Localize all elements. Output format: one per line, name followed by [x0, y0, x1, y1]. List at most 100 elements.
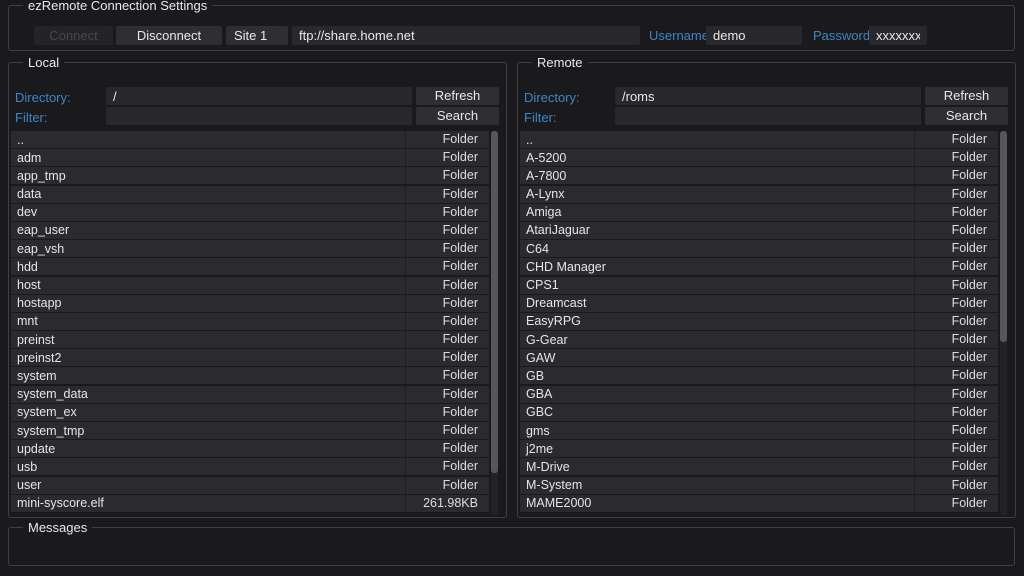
remote-file-row[interactable]: AmigaFolder — [520, 204, 998, 221]
file-type: Folder — [405, 258, 489, 275]
server-url-input[interactable] — [292, 26, 640, 45]
remote-file-row[interactable]: DreamcastFolder — [520, 295, 998, 312]
remote-file-row[interactable]: AtariJaguarFolder — [520, 222, 998, 239]
file-name: gms — [520, 424, 914, 438]
file-type: Folder — [914, 477, 998, 494]
remote-file-row[interactable]: A-5200Folder — [520, 149, 998, 166]
remote-file-row[interactable]: GBAFolder — [520, 386, 998, 403]
local-file-row[interactable]: mntFolder — [11, 313, 489, 330]
remote-file-row[interactable]: ..Folder — [520, 131, 998, 148]
file-type: Folder — [914, 440, 998, 457]
file-type: Folder — [914, 258, 998, 275]
file-name: GBA — [520, 387, 914, 401]
file-type: Folder — [914, 495, 998, 512]
local-file-row[interactable]: preinstFolder — [11, 331, 489, 348]
local-file-row[interactable]: app_tmpFolder — [11, 167, 489, 184]
file-type: Folder — [914, 404, 998, 421]
local-file-row[interactable]: ..Folder — [11, 131, 489, 148]
remote-file-row[interactable]: M-SystemFolder — [520, 477, 998, 494]
file-name: CHD Manager — [520, 260, 914, 274]
local-file-row[interactable]: system_exFolder — [11, 404, 489, 421]
local-file-row[interactable]: system_dataFolder — [11, 386, 489, 403]
file-type: Folder — [914, 131, 998, 148]
username-input[interactable] — [706, 26, 802, 45]
local-file-row[interactable]: eap_userFolder — [11, 222, 489, 239]
remote-search-button[interactable]: Search — [925, 107, 1008, 125]
local-scrollbar[interactable] — [491, 131, 498, 515]
remote-file-row[interactable]: GAWFolder — [520, 349, 998, 366]
file-name: .. — [11, 133, 405, 147]
local-file-row[interactable]: updateFolder — [11, 440, 489, 457]
remote-file-row[interactable]: j2meFolder — [520, 440, 998, 457]
remote-directory-input[interactable] — [615, 87, 921, 105]
file-type: 261.98KB — [405, 495, 489, 512]
file-type: Folder — [405, 204, 489, 221]
remote-file-row[interactable]: C64Folder — [520, 240, 998, 257]
local-file-row[interactable]: mini-syscore.elf261.98KB — [11, 495, 489, 512]
messages-panel-title: Messages — [23, 520, 92, 535]
file-name: hdd — [11, 260, 405, 274]
local-file-row[interactable]: admFolder — [11, 149, 489, 166]
password-input[interactable] — [869, 26, 927, 45]
local-file-row[interactable]: system_tmpFolder — [11, 422, 489, 439]
file-name: GB — [520, 369, 914, 383]
remote-file-row[interactable]: A-LynxFolder — [520, 186, 998, 203]
local-file-row[interactable]: hostFolder — [11, 277, 489, 294]
file-type: Folder — [405, 295, 489, 312]
file-name: EasyRPG — [520, 314, 914, 328]
remote-file-row[interactable]: MAME2000Folder — [520, 495, 998, 512]
file-name: C64 — [520, 242, 914, 256]
file-type: Folder — [405, 167, 489, 184]
local-file-row[interactable]: devFolder — [11, 204, 489, 221]
local-file-row[interactable]: dataFolder — [11, 186, 489, 203]
file-type: Folder — [405, 240, 489, 257]
remote-file-row[interactable]: G-GearFolder — [520, 331, 998, 348]
local-directory-input[interactable] — [106, 87, 412, 105]
remote-file-row[interactable]: CHD ManagerFolder — [520, 258, 998, 275]
local-file-row[interactable]: eap_vshFolder — [11, 240, 489, 257]
remote-panel-title: Remote — [532, 55, 588, 70]
remote-file-row[interactable]: GBFolder — [520, 367, 998, 384]
remote-directory-label: Directory: — [524, 90, 580, 105]
local-file-row[interactable]: usbFolder — [11, 458, 489, 475]
file-name: host — [11, 278, 405, 292]
file-name: A-5200 — [520, 151, 914, 165]
remote-filter-input[interactable] — [615, 107, 921, 125]
remote-file-row[interactable]: CPS1Folder — [520, 277, 998, 294]
remote-file-row[interactable]: M-DriveFolder — [520, 458, 998, 475]
local-scrollbar-thumb[interactable] — [491, 131, 498, 473]
file-name: Dreamcast — [520, 296, 914, 310]
remote-file-row[interactable]: EasyRPGFolder — [520, 313, 998, 330]
file-name: user — [11, 478, 405, 492]
file-name: system_data — [11, 387, 405, 401]
file-name: system — [11, 369, 405, 383]
local-file-row[interactable]: systemFolder — [11, 367, 489, 384]
local-search-button[interactable]: Search — [416, 107, 499, 125]
local-file-row[interactable]: hddFolder — [11, 258, 489, 275]
file-type: Folder — [405, 422, 489, 439]
file-type: Folder — [405, 331, 489, 348]
file-type: Folder — [914, 277, 998, 294]
connect-button[interactable]: Connect — [34, 26, 113, 45]
remote-file-row[interactable]: gmsFolder — [520, 422, 998, 439]
site-selector[interactable]: Site 1 — [226, 26, 288, 45]
file-type: Folder — [405, 313, 489, 330]
remote-scrollbar-thumb[interactable] — [1000, 131, 1007, 342]
remote-panel: Remote Directory: Refresh Filter: Search… — [517, 62, 1016, 518]
local-filter-label: Filter: — [15, 110, 48, 125]
local-refresh-button[interactable]: Refresh — [416, 87, 499, 105]
file-type: Folder — [405, 367, 489, 384]
remote-refresh-button[interactable]: Refresh — [925, 87, 1008, 105]
remote-scrollbar[interactable] — [1000, 131, 1007, 515]
local-file-row[interactable]: hostappFolder — [11, 295, 489, 312]
local-file-row[interactable]: userFolder — [11, 477, 489, 494]
file-type: Folder — [914, 204, 998, 221]
local-file-row[interactable]: preinst2Folder — [11, 349, 489, 366]
file-name: mnt — [11, 314, 405, 328]
disconnect-button[interactable]: Disconnect — [116, 26, 222, 45]
local-filter-input[interactable] — [106, 107, 412, 125]
file-type: Folder — [405, 131, 489, 148]
remote-file-row[interactable]: A-7800Folder — [520, 167, 998, 184]
password-label: Password: — [813, 28, 874, 43]
remote-file-row[interactable]: GBCFolder — [520, 404, 998, 421]
